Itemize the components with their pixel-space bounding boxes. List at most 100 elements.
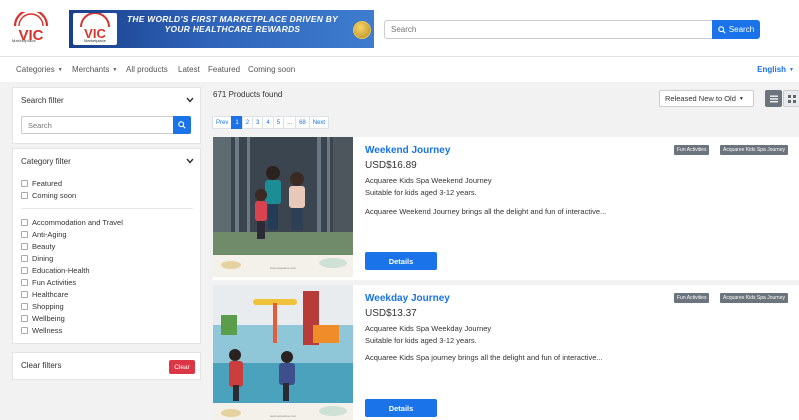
category-filter-panel: Category filter Featured Coming soon Acc… xyxy=(12,148,201,344)
product-image[interactable]: www.acquaree.com xyxy=(213,285,353,420)
filter-label: Wellness xyxy=(32,326,63,335)
filter-anti-aging[interactable]: Anti-Aging xyxy=(21,230,67,239)
product-age-line: Suitable for kids aged 3-12 years. xyxy=(365,336,477,345)
details-button[interactable]: Details xyxy=(365,399,437,417)
nav-all-products[interactable]: All products xyxy=(126,65,168,74)
filter-label: Featured xyxy=(32,179,63,188)
checkbox[interactable] xyxy=(21,291,28,298)
svg-text:www.acquaree.com: www.acquaree.com xyxy=(270,266,297,270)
logo-caption: Marketplace xyxy=(12,38,36,43)
nav-featured[interactable]: Featured xyxy=(208,65,240,74)
filter-label: Fun Activities xyxy=(32,278,77,287)
filter-label: Anti-Aging xyxy=(32,230,67,239)
search-filter-title: Search filter xyxy=(21,96,64,105)
tag-fun-activities[interactable]: Fun Activities xyxy=(674,293,710,303)
banner-vic-logo: VIC Marketplace xyxy=(73,12,117,45)
checkbox[interactable] xyxy=(21,267,28,274)
checkbox[interactable] xyxy=(21,255,28,262)
filter-wellbeing[interactable]: Wellbeing xyxy=(21,314,65,323)
tag-fun-activities[interactable]: Fun Activities xyxy=(674,145,710,155)
checkbox[interactable] xyxy=(21,243,28,250)
chevron-down-icon[interactable] xyxy=(186,158,194,164)
main-nav: Categories ▼ Merchants ▼ All products Late… xyxy=(0,57,799,82)
product-merchant-line: Acquaree Kids Spa Weekday Journey xyxy=(365,324,492,333)
filter-wellness[interactable]: Wellness xyxy=(21,326,62,335)
grid-view-icon xyxy=(787,94,796,103)
tag-merchant[interactable]: Acquaree Kids Spa Journey xyxy=(720,293,788,303)
sidebar-search-input[interactable] xyxy=(21,116,173,134)
language-label: English xyxy=(757,65,787,74)
sidebar-search-button[interactable] xyxy=(173,116,191,134)
product-age-line: Suitable for kids aged 3-12 years. xyxy=(365,188,477,197)
filter-shopping[interactable]: Shopping xyxy=(21,302,64,311)
checkbox[interactable] xyxy=(21,219,28,226)
filter-coming-soon[interactable]: Coming soon xyxy=(21,191,76,200)
nav-merchants-label: Merchants xyxy=(72,65,110,74)
filter-label: Healthcare xyxy=(32,290,69,299)
caret-down-icon: ▼ xyxy=(57,67,63,73)
list-view-button[interactable] xyxy=(765,90,782,107)
promo-banner[interactable]: VIC Marketplace THE WORLD'S FIRST MARKET… xyxy=(69,10,374,48)
caret-down-icon: ▼ xyxy=(789,67,794,73)
product-title[interactable]: Weekday Journey xyxy=(365,293,450,304)
filter-dining[interactable]: Dining xyxy=(21,254,53,263)
list-view-icon xyxy=(769,95,778,102)
checkbox[interactable] xyxy=(21,231,28,238)
checkbox[interactable] xyxy=(21,315,28,322)
reward-coin-icon xyxy=(353,21,371,39)
pagination-next[interactable]: Next xyxy=(308,116,330,129)
header-search-input[interactable] xyxy=(384,20,712,39)
clear-filters-button[interactable]: Clear xyxy=(169,360,195,374)
filter-label: Wellbeing xyxy=(32,314,65,323)
filter-divider xyxy=(21,208,193,209)
checkbox[interactable] xyxy=(21,327,28,334)
pagination: Prev 1 2 3 4 5 ... 68 Next xyxy=(212,116,330,129)
product-description: Acquaree Kids Spa journey brings all the… xyxy=(365,353,603,362)
products-count: 671 Products found xyxy=(213,90,283,99)
filter-education-health[interactable]: Education-Health xyxy=(21,266,90,275)
filter-label: Accommodation and Travel xyxy=(32,218,123,227)
filter-label: Education-Health xyxy=(32,266,90,275)
search-icon xyxy=(178,121,186,129)
search-icon xyxy=(718,25,726,34)
details-button[interactable]: Details xyxy=(365,252,437,270)
filter-fun-activities[interactable]: Fun Activities xyxy=(21,278,76,287)
filter-healthcare[interactable]: Healthcare xyxy=(21,290,68,299)
nav-categories[interactable]: Categories ▼ xyxy=(16,65,63,74)
tag-merchant[interactable]: Acquaree Kids Spa Journey xyxy=(720,145,788,155)
sort-select[interactable]: Released New to Old ▼ xyxy=(659,90,754,107)
checkbox[interactable] xyxy=(21,192,28,199)
product-merchant-line: Acquaree Kids Spa Weekend Journey xyxy=(365,176,492,185)
header-search-button[interactable]: Search xyxy=(712,20,760,39)
checkbox[interactable] xyxy=(21,303,28,310)
product-image[interactable]: www.acquaree.com xyxy=(213,137,353,277)
nav-merchants[interactable]: Merchants ▼ xyxy=(72,65,117,74)
search-filter-panel: Search filter xyxy=(12,87,201,144)
sort-value: Released New to Old xyxy=(665,94,736,103)
clear-filters-panel: Clear filters Clear xyxy=(12,352,201,380)
product-title[interactable]: Weekend Journey xyxy=(365,145,450,156)
checkbox[interactable] xyxy=(21,279,28,286)
nav-latest[interactable]: Latest xyxy=(178,65,200,74)
product-card: www.acquaree.com Weekday Journey USD$13.… xyxy=(213,285,799,420)
product-description: Acquaree Weekend Journey brings all the … xyxy=(365,207,607,216)
filter-label: Shopping xyxy=(32,302,64,311)
filter-featured[interactable]: Featured xyxy=(21,179,62,188)
nav-coming-soon[interactable]: Coming soon xyxy=(248,65,295,74)
pagination-prev[interactable]: Prev xyxy=(212,116,233,129)
product-price: USD$13.37 xyxy=(365,308,417,319)
pagination-page-68[interactable]: 68 xyxy=(295,116,310,129)
grid-view-button[interactable] xyxy=(783,90,799,107)
banner-logo-caption: Marketplace xyxy=(84,38,106,43)
checkbox[interactable] xyxy=(21,180,28,187)
clear-filters-label: Clear filters xyxy=(21,361,62,370)
filter-label: Beauty xyxy=(32,242,56,251)
filter-accommodation-travel[interactable]: Accommodation and Travel xyxy=(21,218,123,227)
product-card: www.acquaree.com Weekend Journey USD$16.… xyxy=(213,137,799,280)
filter-beauty[interactable]: Beauty xyxy=(21,242,55,251)
chevron-down-icon[interactable] xyxy=(186,97,194,103)
caret-down-icon: ▼ xyxy=(738,96,744,102)
product-price: USD$16.89 xyxy=(365,160,417,171)
svg-text:www.acquaree.com: www.acquaree.com xyxy=(270,414,297,418)
language-selector[interactable]: English ▼ xyxy=(757,65,794,74)
